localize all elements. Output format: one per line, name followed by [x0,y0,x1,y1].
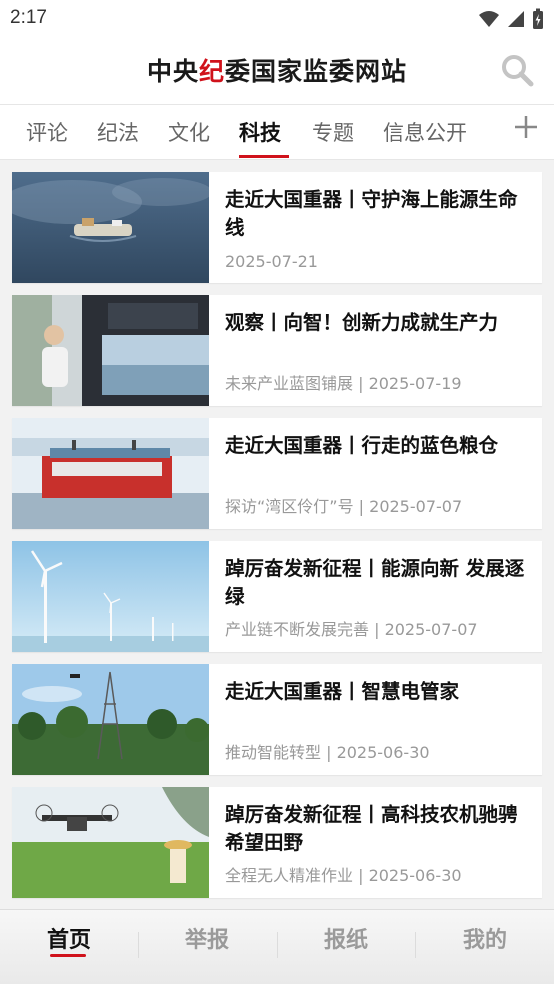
article-meta: 2025-07-21 [225,252,318,271]
article-card[interactable]: 踔厉奋发新征程丨高科技农机驰骋希望田野 全程无人精准作业 | 2025-06-3… [12,787,542,898]
article-card[interactable]: 踔厉奋发新征程丨能源向新 发展逐绿 产业链不断发展完善 | 2025-07-07 [12,541,542,652]
tab-keji[interactable]: 科技 [239,117,281,147]
tab-wenhua[interactable]: 文化 [168,117,210,147]
more-tabs-button[interactable] [512,113,540,141]
article-title: 走近大国重器丨智慧电管家 [225,680,460,703]
tab-jifa[interactable]: 纪法 [97,117,139,147]
site-title: 中央纪委国家监委网站 [0,52,554,88]
tab-xinxigongkai[interactable]: 信息公开 [383,117,467,147]
signal-icon [508,11,524,27]
article-title: 走近大国重器丨守护海上能源生命线 [225,188,518,239]
nav-active-indicator [50,954,86,957]
nav-home[interactable]: 首页 [0,922,138,954]
article-card[interactable]: 观察丨向智！创新力成就生产力 未来产业蓝图铺展 | 2025-07-19 [12,295,542,406]
article-card[interactable]: 走近大国重器丨行走的蓝色粮仓 探访“湾区伶仃”号 | 2025-07-07 [12,418,542,529]
tabs-fade [470,105,510,159]
tab-zhuanti[interactable]: 专题 [312,117,354,147]
article-thumbnail [12,664,209,775]
bottom-nav: 首页 举报 报纸 我的 [0,909,554,984]
article-meta: 全程无人精准作业 | 2025-06-30 [225,866,462,885]
category-tabs: 评论 纪法 文化 科技 专题 信息公开 [0,104,554,160]
site-title-part2: 委国家监委网站 [225,57,408,86]
search-icon [502,55,534,87]
article-title: 踔厉奋发新征程丨能源向新 发展逐绿 [225,557,525,608]
status-icons [478,8,544,30]
active-tab-underline [239,155,289,158]
article-title: 走近大国重器丨行走的蓝色粮仓 [225,434,499,457]
article-thumbnail [12,172,209,283]
article-thumbnail [12,295,209,406]
article-thumbnail [12,787,209,898]
article-thumbnail [12,541,209,652]
nav-newspaper[interactable]: 报纸 [277,922,415,954]
plus-icon [515,116,537,138]
article-meta: 探访“湾区伶仃”号 | 2025-07-07 [225,497,463,516]
article-meta: 推动智能转型 | 2025-06-30 [225,743,430,762]
search-button[interactable] [500,53,534,87]
nav-mine[interactable]: 我的 [416,922,554,954]
site-title-part1: 中央 [146,57,199,86]
article-title: 观察丨向智！创新力成就生产力 [225,311,499,334]
status-time: 2:17 [10,7,47,28]
article-thumbnail [12,418,209,529]
article-title: 踔厉奋发新征程丨高科技农机驰骋希望田野 [225,803,518,854]
app-header: 中央纪委国家监委网站 [0,38,554,104]
site-title-accent: 纪 [198,57,225,86]
article-meta: 产业链不断发展完善 | 2025-07-07 [225,620,478,639]
article-meta: 未来产业蓝图铺展 | 2025-07-19 [225,374,462,393]
wifi-icon [479,11,499,27]
battery-icon [533,8,543,29]
article-card[interactable]: 走近大国重器丨智慧电管家 推动智能转型 | 2025-06-30 [12,664,542,775]
article-card[interactable]: 走近大国重器丨守护海上能源生命线 2025-07-21 [12,172,542,283]
tab-pinglun[interactable]: 评论 [26,117,68,147]
nav-report[interactable]: 举报 [138,922,276,954]
status-bar: 2:17 [0,0,554,38]
